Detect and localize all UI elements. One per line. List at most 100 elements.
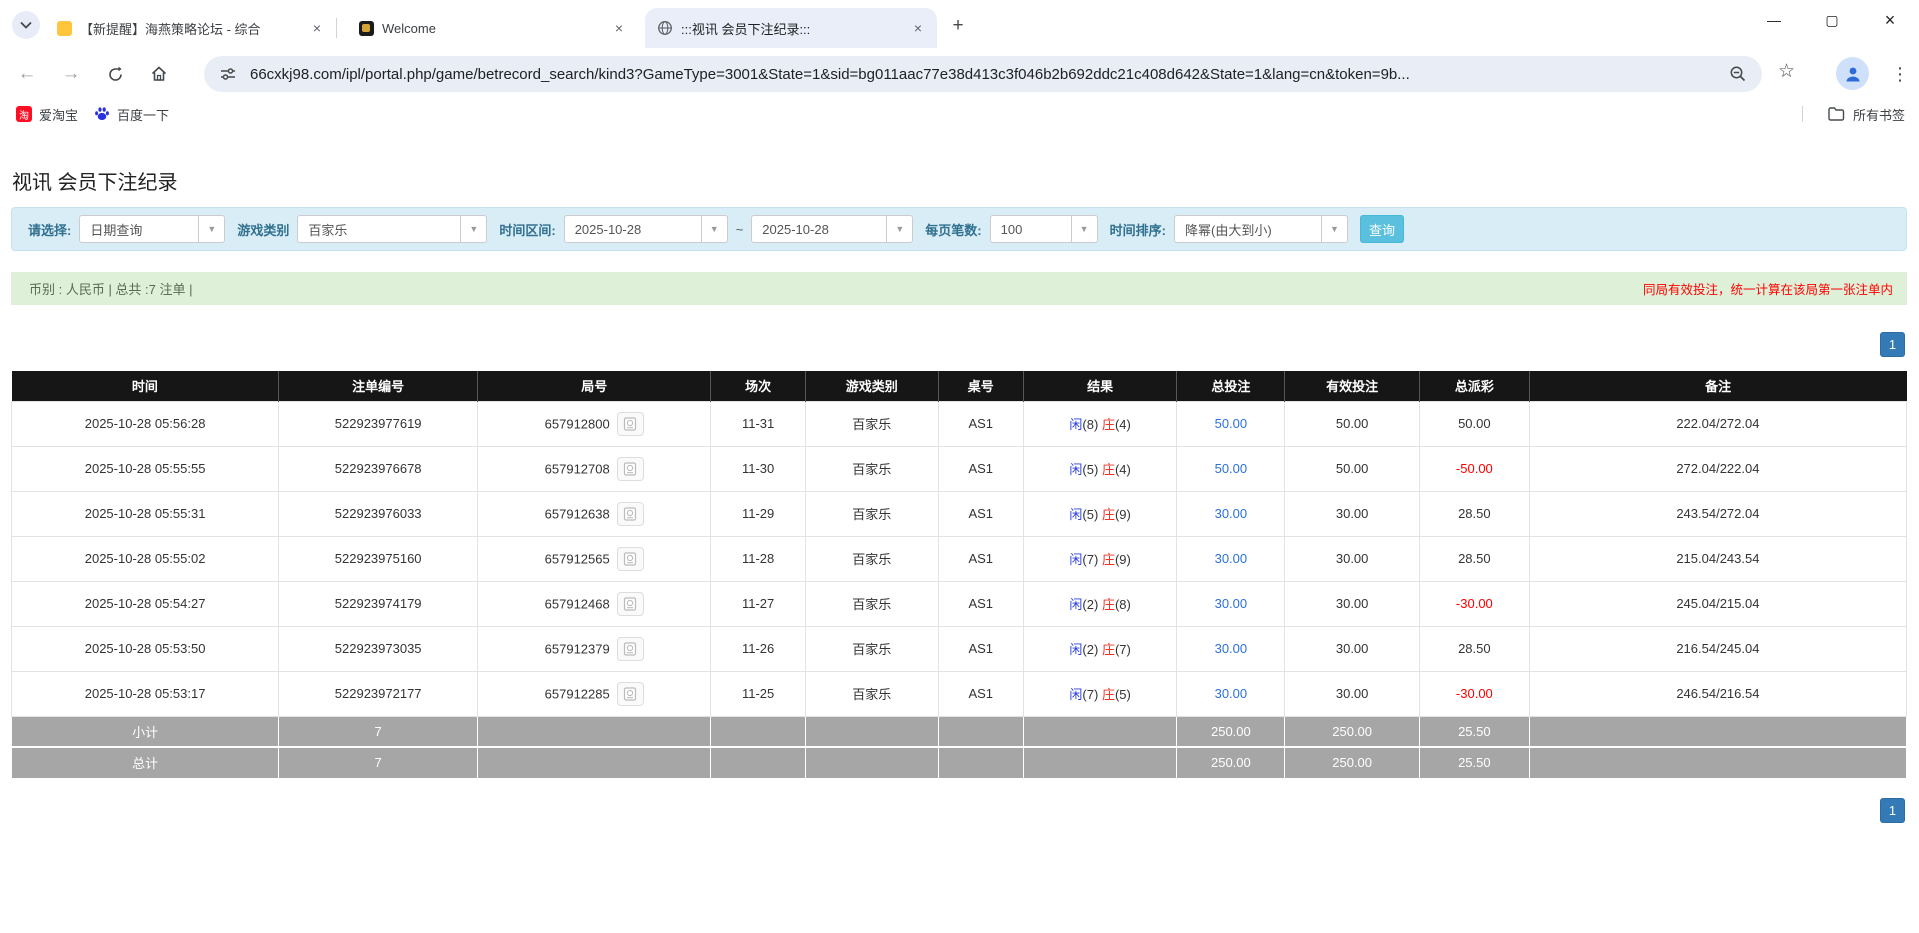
bet-record-table: 时间 注单编号 局号 场次 游戏类别 桌号 结果 总投注 有效投注 总派彩 备注…	[11, 371, 1907, 779]
home-icon	[150, 65, 168, 83]
video-replay-icon[interactable]	[617, 412, 644, 436]
cell-result: 闲(8) 庄(4)	[1023, 401, 1176, 446]
url-bar[interactable]: 66cxkj98.com/ipl/portal.php/game/betreco…	[204, 56, 1762, 92]
all-bookmarks-label: 所有书签	[1853, 105, 1905, 124]
cell-table-no: AS1	[938, 446, 1023, 491]
tab-forum[interactable]: 【新提醒】海燕策略论坛 - 综合 ×	[44, 8, 336, 48]
subtotal-count: 7	[279, 716, 478, 747]
cell-result: 闲(2) 庄(7)	[1023, 626, 1176, 671]
cell-total-bet-link[interactable]: 30.00	[1177, 626, 1285, 671]
video-replay-icon[interactable]	[617, 592, 644, 616]
cell-round-id: 657912285	[478, 671, 711, 716]
sort-select[interactable]: 降幂(由大到小) ▼	[1174, 215, 1348, 243]
tab-welcome[interactable]: Welcome ×	[346, 8, 638, 48]
cell-table-no: AS1	[938, 536, 1023, 581]
site-settings-icon[interactable]	[216, 62, 240, 86]
cell-valid-bet: 30.00	[1285, 536, 1420, 581]
zoom-out-icon[interactable]	[1726, 62, 1750, 86]
cell-bet-id: 522923973035	[279, 626, 478, 671]
filter-bar: 请选择: 日期查询 ▼ 游戏类别 百家乐 ▼ 时间区间: 2025-10-28 …	[11, 207, 1907, 251]
person-icon	[1843, 64, 1863, 84]
subtotal-row: 小计 7 250.00 250.00 25.50	[12, 716, 1907, 747]
total-label: 总计	[12, 747, 279, 778]
cell-game: 百家乐	[805, 401, 938, 446]
query-button[interactable]: 查询	[1360, 215, 1404, 243]
cell-bet-id: 522923974179	[279, 581, 478, 626]
cell-result: 闲(7) 庄(5)	[1023, 671, 1176, 716]
maximize-button[interactable]: ▢	[1803, 0, 1861, 40]
cell-remark: 222.04/272.04	[1529, 401, 1906, 446]
video-replay-icon[interactable]	[617, 637, 644, 661]
bookmark-baidu[interactable]: 百度一下	[94, 105, 169, 124]
back-button[interactable]: ←	[10, 57, 44, 91]
cell-payout: 28.50	[1419, 626, 1529, 671]
total-payout: 25.50	[1419, 747, 1529, 778]
profile-avatar[interactable]	[1836, 57, 1869, 90]
close-icon[interactable]: ×	[909, 19, 927, 37]
taobao-icon: 淘	[16, 106, 32, 122]
tab-bet-record[interactable]: :::视讯 会员下注纪录::: ×	[645, 8, 937, 48]
cell-table-no: AS1	[938, 581, 1023, 626]
cell-time: 2025-10-28 05:55:31	[12, 491, 279, 536]
video-replay-icon[interactable]	[617, 547, 644, 571]
subtotal-label: 小计	[12, 716, 279, 747]
bookmark-star-icon[interactable]: ☆	[1778, 60, 1795, 83]
cell-session: 11-26	[711, 626, 806, 671]
cell-session: 11-30	[711, 446, 806, 491]
chevron-down-icon: ▼	[198, 216, 224, 242]
video-replay-icon[interactable]	[617, 502, 644, 526]
home-button[interactable]	[142, 57, 176, 91]
cell-total-bet-link[interactable]: 50.00	[1177, 401, 1285, 446]
browser-menu-icon[interactable]: ⋮	[1888, 56, 1912, 92]
cell-round-id: 657912379	[478, 626, 711, 671]
game-type-select[interactable]: 百家乐 ▼	[297, 215, 487, 243]
url-text[interactable]: 66cxkj98.com/ipl/portal.php/game/betreco…	[250, 66, 1726, 83]
forward-button[interactable]: →	[54, 57, 88, 91]
select-label: 请选择:	[28, 220, 71, 239]
cell-valid-bet: 30.00	[1285, 671, 1420, 716]
cell-total-bet-link[interactable]: 30.00	[1177, 581, 1285, 626]
game-type-label: 游戏类别	[237, 220, 289, 239]
date-to-select[interactable]: 2025-10-28 ▼	[751, 215, 913, 243]
minimize-button[interactable]: —	[1745, 0, 1803, 40]
cell-round-id: 657912638	[478, 491, 711, 536]
cell-game: 百家乐	[805, 626, 938, 671]
cell-round-id: 657912565	[478, 536, 711, 581]
video-replay-icon[interactable]	[617, 457, 644, 481]
video-replay-icon[interactable]	[617, 682, 644, 706]
new-tab-button[interactable]: +	[945, 14, 971, 40]
close-window-button[interactable]: ×	[1861, 0, 1919, 40]
close-icon[interactable]: ×	[610, 19, 628, 37]
cell-payout: -30.00	[1419, 671, 1529, 716]
per-page-select[interactable]: 100 ▼	[990, 215, 1098, 243]
cell-total-bet-link[interactable]: 30.00	[1177, 536, 1285, 581]
cell-total-bet-link[interactable]: 30.00	[1177, 671, 1285, 716]
cell-session: 11-25	[711, 671, 806, 716]
query-mode-select[interactable]: 日期查询 ▼	[79, 215, 225, 243]
cell-total-bet-link[interactable]: 30.00	[1177, 491, 1285, 536]
all-bookmarks-button[interactable]: 所有书签	[1828, 105, 1905, 124]
globe-icon	[657, 20, 673, 36]
bookmark-label: 爱淘宝	[39, 105, 78, 124]
reload-button[interactable]	[98, 57, 132, 91]
close-icon[interactable]: ×	[308, 19, 326, 37]
cell-result: 闲(5) 庄(4)	[1023, 446, 1176, 491]
cell-round-id: 657912708	[478, 446, 711, 491]
cell-table-no: AS1	[938, 671, 1023, 716]
pagination-page-1-top[interactable]: 1	[1880, 332, 1905, 357]
cell-total-bet-link[interactable]: 50.00	[1177, 446, 1285, 491]
cell-round-id: 657912468	[478, 581, 711, 626]
page-title: 视讯 会员下注纪录	[12, 166, 178, 195]
cell-valid-bet: 50.00	[1285, 401, 1420, 446]
cell-time: 2025-10-28 05:55:02	[12, 536, 279, 581]
baidu-paw-icon	[94, 106, 110, 122]
col-table-no: 桌号	[938, 371, 1023, 401]
pagination-page-1-bottom[interactable]: 1	[1880, 798, 1905, 823]
date-from-select[interactable]: 2025-10-28 ▼	[564, 215, 728, 243]
cell-game: 百家乐	[805, 671, 938, 716]
cell-result: 闲(2) 庄(8)	[1023, 581, 1176, 626]
bookmark-taobao[interactable]: 淘 爱淘宝	[16, 105, 78, 124]
col-result: 结果	[1023, 371, 1176, 401]
cell-bet-id: 522923972177	[279, 671, 478, 716]
tab-search-button[interactable]	[12, 11, 40, 39]
